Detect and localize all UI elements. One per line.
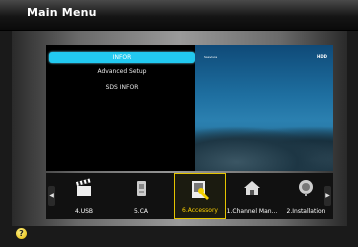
preview-scene	[195, 126, 333, 171]
category-label: 6.Accessory	[182, 207, 218, 214]
category-label: 4.USB	[74, 208, 94, 215]
help-icon[interactable]: ?	[16, 228, 27, 239]
scroll-right-arrow-icon[interactable]: ▶	[324, 186, 331, 206]
card-reader-icon	[137, 181, 146, 196]
category-ca[interactable]: 5.CA	[115, 173, 167, 219]
page-title: Main Menu	[27, 6, 97, 19]
submenu-list: INFOR Advanced Setup SDS INFOR	[46, 45, 200, 171]
home-icon	[244, 181, 260, 195]
category-channel-manager[interactable]: 1.Channel Man...	[226, 173, 278, 219]
satellite-dish-icon	[299, 180, 313, 196]
menu-item-infor[interactable]: INFOR	[49, 52, 195, 63]
scroll-left-arrow-icon[interactable]: ◀	[48, 186, 55, 206]
main-panel: INFOR Advanced Setup SDS INFOR Saevisos …	[12, 31, 347, 226]
menu-item-sds-infor[interactable]: SDS INFOR	[49, 82, 195, 93]
title-bar: Main Menu	[0, 0, 358, 31]
accessory-folder-icon	[192, 181, 209, 200]
category-label: 1.Channel Man...	[226, 208, 278, 215]
video-preview: Saevisos HDD	[195, 45, 333, 171]
film-clapper-icon	[75, 178, 91, 196]
category-label: 2.Installation	[286, 208, 326, 215]
preview-channel-logo: HDD	[317, 54, 327, 59]
category-bar: ◀ 4.USB 5.CA 6.Accessory 1.Channel Man..…	[46, 173, 333, 219]
category-accessory[interactable]: 6.Accessory	[174, 173, 226, 219]
category-usb[interactable]: 4.USB	[58, 173, 110, 219]
menu-item-advanced-setup[interactable]: Advanced Setup	[49, 66, 195, 77]
preview-channel-name: Saevisos	[204, 55, 218, 59]
category-label: 5.CA	[133, 208, 149, 215]
